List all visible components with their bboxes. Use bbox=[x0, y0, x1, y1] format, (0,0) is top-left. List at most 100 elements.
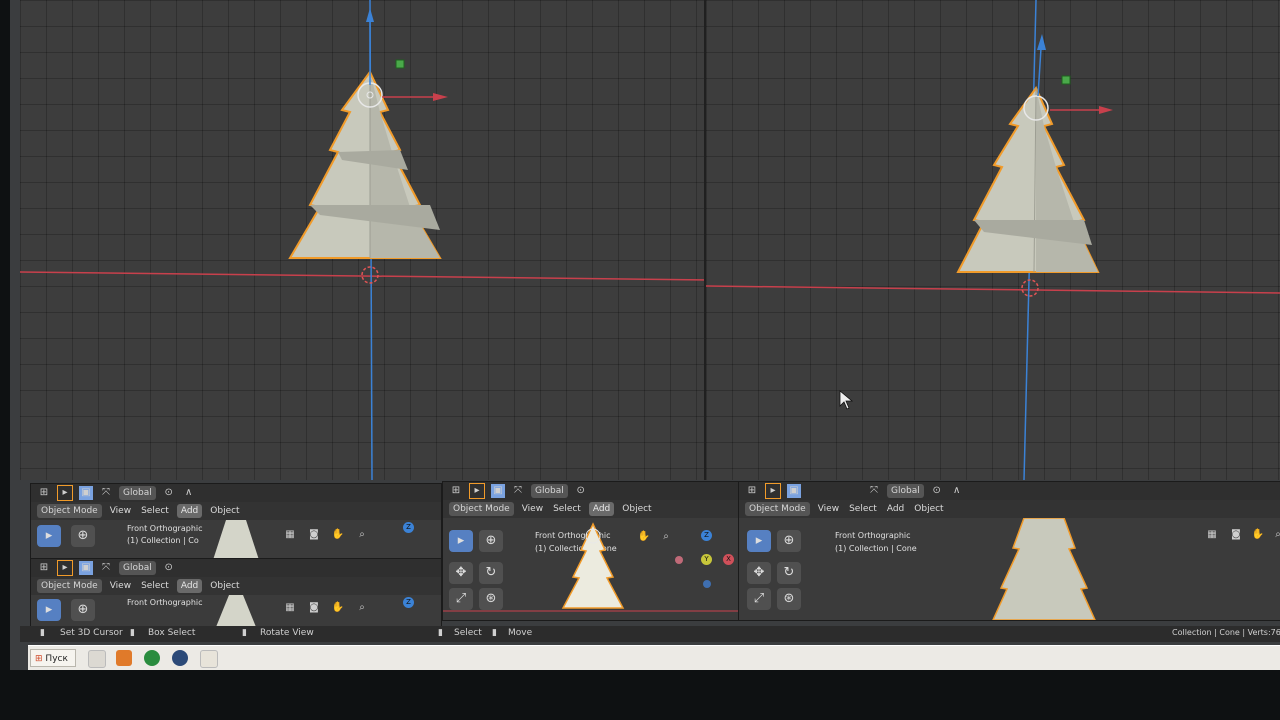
snap-icon[interactable]: ⊙ bbox=[574, 484, 588, 498]
gizmo-z-ball[interactable]: Z bbox=[403, 597, 414, 608]
menu-add[interactable]: Add bbox=[588, 502, 615, 516]
start-button[interactable]: ⊞ Пуск bbox=[30, 649, 76, 667]
mode-dropdown[interactable]: Object Mode bbox=[449, 502, 514, 516]
mini-viewport[interactable]: ▸ ⊕ ✥ ↻ ⤢ ⊛ Front Orthographic (1) Colle… bbox=[739, 518, 1280, 620]
editor-bottom-middle[interactable]: ⊞ ▸ ▣ ⤧ Global ⊙ Object Mode View Select… bbox=[442, 481, 740, 621]
mini-viewport[interactable]: ▸ ⊕ ✥ ↻ ⤢ ⊛ Front Orthographic (1) Colle… bbox=[443, 518, 739, 620]
viewport-top-left[interactable] bbox=[20, 0, 710, 480]
menu-select[interactable]: Select bbox=[139, 506, 171, 516]
gizmo-y-ball[interactable]: Y bbox=[701, 554, 712, 565]
snap-icon[interactable]: ⊙ bbox=[162, 561, 176, 575]
rotate-icon[interactable]: ↻ bbox=[479, 562, 503, 584]
cursor-icon[interactable]: ⊕ bbox=[71, 599, 95, 621]
transform-orientation-dropdown[interactable]: Global bbox=[119, 561, 156, 575]
zoom-icon[interactable]: ⌕ bbox=[659, 530, 673, 544]
select-box-icon[interactable]: ▸ bbox=[57, 560, 73, 576]
viewport-top-right[interactable] bbox=[704, 0, 1280, 480]
select-mode-icon[interactable]: ▣ bbox=[787, 484, 801, 498]
mini-viewport[interactable]: ▸ ⊕ Front Orthographic ▦ ◙ ✋ ⌕ Z bbox=[31, 595, 441, 627]
hand-icon[interactable]: ✋ bbox=[1251, 528, 1265, 542]
gizmo-neg-z-ball[interactable] bbox=[703, 580, 711, 588]
mode-dropdown[interactable]: Object Mode bbox=[37, 579, 102, 593]
zoom-icon[interactable]: ⌕ bbox=[355, 528, 369, 542]
editor-bottom-left-lower[interactable]: ⊞ ▸ ▣ ⤧ Global ⊙ Object Mode View Select… bbox=[30, 558, 442, 628]
menu-select[interactable]: Select bbox=[847, 504, 879, 514]
grid-icon[interactable]: ▦ bbox=[283, 528, 297, 542]
grid-icon[interactable]: ▦ bbox=[1205, 528, 1219, 542]
gizmo-plane-handle[interactable] bbox=[1061, 75, 1071, 85]
pivot-icon[interactable]: ⤧ bbox=[511, 484, 525, 498]
menu-view[interactable]: View bbox=[108, 581, 133, 591]
mode-dropdown[interactable]: Object Mode bbox=[37, 504, 102, 518]
mode-dropdown[interactable]: Object Mode bbox=[745, 502, 810, 516]
tool-select[interactable]: ▸ bbox=[747, 530, 771, 552]
select-mode-icon[interactable]: ▣ bbox=[79, 486, 93, 500]
zoom-icon[interactable]: ⌕ bbox=[1271, 528, 1280, 542]
editor-type-icon[interactable]: ⊞ bbox=[37, 486, 51, 500]
camera-icon[interactable]: ◙ bbox=[1229, 528, 1243, 542]
pivot-icon[interactable]: ⤧ bbox=[99, 486, 113, 500]
select-box-icon[interactable]: ▸ bbox=[765, 483, 781, 499]
gizmo-x-ball[interactable]: X bbox=[723, 554, 734, 565]
tool-select[interactable]: ▸ bbox=[449, 530, 473, 552]
hand-icon[interactable]: ✋ bbox=[331, 601, 345, 615]
camera-icon[interactable]: ◙ bbox=[307, 528, 321, 542]
menu-select[interactable]: Select bbox=[139, 581, 171, 591]
menu-view[interactable]: View bbox=[520, 504, 545, 514]
snap-icon[interactable]: ⊙ bbox=[930, 484, 944, 498]
menu-add[interactable]: Add bbox=[885, 504, 906, 514]
hand-icon[interactable]: ✋ bbox=[331, 528, 345, 542]
scale-icon[interactable]: ⤢ bbox=[747, 588, 771, 610]
menu-add[interactable]: Add bbox=[176, 579, 203, 593]
spotify-icon[interactable] bbox=[144, 650, 160, 666]
firefox-icon[interactable] bbox=[116, 650, 132, 666]
transform-orientation-dropdown[interactable]: Global bbox=[887, 484, 924, 498]
proportional-icon[interactable]: ∧ bbox=[950, 484, 964, 498]
menu-add[interactable]: Add bbox=[176, 504, 203, 518]
move-icon[interactable]: ✥ bbox=[747, 562, 771, 584]
pivot-icon[interactable]: ⤧ bbox=[867, 484, 881, 498]
transform-orientation-dropdown[interactable]: Global bbox=[531, 484, 568, 498]
hand-icon[interactable]: ✋ bbox=[637, 530, 651, 544]
menu-object[interactable]: Object bbox=[208, 581, 241, 591]
gizmo-neg-x-ball[interactable] bbox=[675, 556, 683, 564]
editor-type-icon[interactable]: ⊞ bbox=[745, 484, 759, 498]
tree-mesh[interactable] bbox=[288, 70, 442, 259]
proportional-icon[interactable]: ∧ bbox=[182, 486, 196, 500]
editor-bottom-right[interactable]: ⊞ ▸ ▣ ⤧ Global ⊙ ∧ Object Mode View Sele… bbox=[738, 481, 1280, 621]
editor-bottom-left-upper[interactable]: ⊞ ▸ ▣ ⤧ Global ⊙ ∧ Object Mode View Sele… bbox=[30, 483, 442, 561]
pivot-icon[interactable]: ⤧ bbox=[99, 561, 113, 575]
tree-mesh[interactable] bbox=[956, 86, 1100, 273]
mini-viewport[interactable]: ▸ ⊕ Front Orthographic (1) Collection | … bbox=[31, 520, 441, 560]
gizmo-plane-handle[interactable] bbox=[395, 59, 405, 69]
cursor-icon[interactable]: ⊕ bbox=[71, 525, 95, 547]
menu-object[interactable]: Object bbox=[912, 504, 945, 514]
select-mode-icon[interactable]: ▣ bbox=[491, 484, 505, 498]
steam-icon[interactable] bbox=[172, 650, 188, 666]
menu-select[interactable]: Select bbox=[551, 504, 583, 514]
transform-icon[interactable]: ⊛ bbox=[479, 588, 503, 610]
desktop-icon[interactable] bbox=[88, 650, 106, 668]
camera-icon[interactable]: ◙ bbox=[307, 601, 321, 615]
tool-select[interactable]: ▸ bbox=[37, 525, 61, 547]
gizmo-z-ball[interactable]: Z bbox=[701, 530, 712, 541]
scale-icon[interactable]: ⤢ bbox=[449, 588, 473, 610]
select-box-icon[interactable]: ▸ bbox=[57, 485, 73, 501]
cursor-icon[interactable]: ⊕ bbox=[479, 530, 503, 552]
move-icon[interactable]: ✥ bbox=[449, 562, 473, 584]
tool-select[interactable]: ▸ bbox=[37, 599, 61, 621]
editor-type-icon[interactable]: ⊞ bbox=[37, 561, 51, 575]
menu-object[interactable]: Object bbox=[208, 506, 241, 516]
gizmo-z-ball[interactable]: Z bbox=[403, 522, 414, 533]
grid-icon[interactable]: ▦ bbox=[283, 601, 297, 615]
select-box-icon[interactable]: ▸ bbox=[469, 483, 485, 499]
cursor-icon[interactable]: ⊕ bbox=[777, 530, 801, 552]
menu-view[interactable]: View bbox=[816, 504, 841, 514]
rotate-icon[interactable]: ↻ bbox=[777, 562, 801, 584]
snap-icon[interactable]: ⊙ bbox=[162, 486, 176, 500]
editor-type-icon[interactable]: ⊞ bbox=[449, 484, 463, 498]
transform-icon[interactable]: ⊛ bbox=[777, 588, 801, 610]
menu-object[interactable]: Object bbox=[620, 504, 653, 514]
gizmo-z-arrow[interactable] bbox=[1037, 47, 1042, 97]
blender-icon[interactable] bbox=[200, 650, 218, 668]
